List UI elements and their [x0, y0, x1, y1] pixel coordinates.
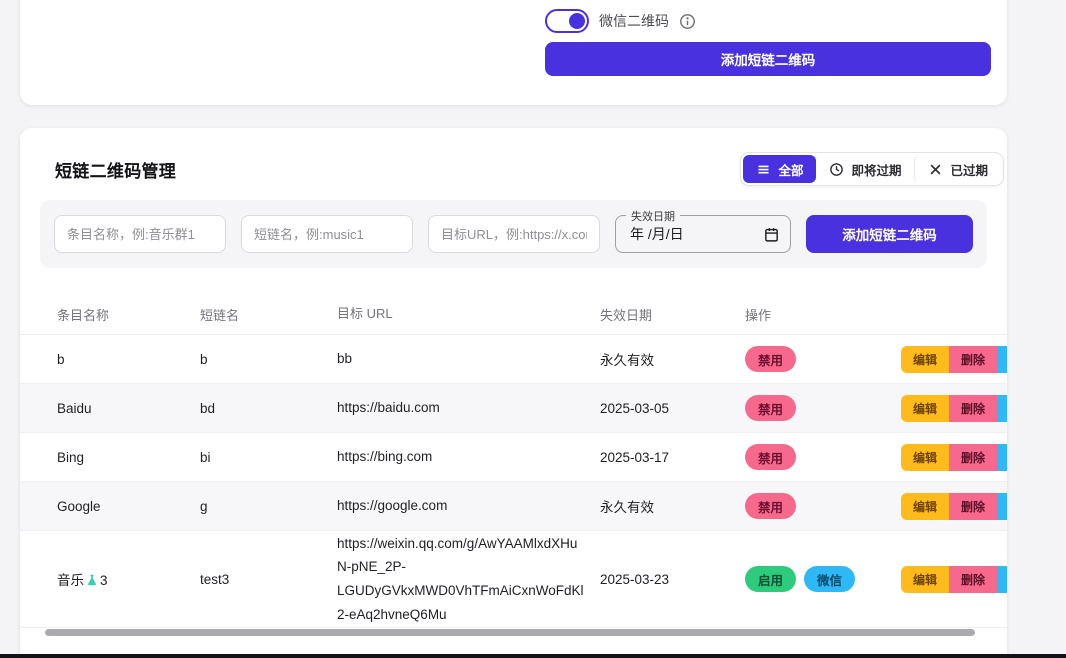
add-shortlink-qrcode-button[interactable]: 添加短链二维码	[806, 215, 973, 253]
horizontal-scrollbar[interactable]	[45, 629, 975, 636]
qrcode-button[interactable]: 二维码	[997, 444, 1007, 471]
qrcode-button[interactable]: 二维码	[997, 566, 1007, 593]
flask-icon	[85, 573, 99, 587]
info-icon[interactable]	[679, 13, 696, 30]
cell-expiry-date: 2025-03-23	[600, 572, 745, 587]
cell-status: 禁用	[745, 493, 901, 519]
cell-target-url: https://weixin.qq.com/g/AwYAAMlxdXHuN-pN…	[337, 532, 600, 627]
qrcode-button[interactable]: 二维码	[997, 346, 1007, 373]
cell-shortlink-name: bd	[200, 401, 337, 416]
calendar-icon[interactable]	[763, 226, 780, 243]
edit-button[interactable]: 编辑	[901, 493, 949, 520]
cell-expiry-date: 永久有效	[600, 349, 745, 369]
wechat-qr-toggle[interactable]	[545, 9, 589, 33]
cell-shortlink-name: bi	[200, 450, 337, 465]
add-qrcode-card: 微信二维码 添加短链二维码	[20, 0, 1007, 105]
cell-target-url: bb	[337, 347, 600, 371]
shortlink-table: 条目名称 短链名 目标 URL 失效日期 操作 bbbb永久有效禁用编辑删除二维…	[20, 294, 1007, 628]
cell-target-url: https://bing.com	[337, 445, 600, 469]
bottom-edge-bar	[0, 654, 1066, 658]
edit-button[interactable]: 编辑	[901, 566, 949, 593]
col-header-expiry-date: 失效日期	[600, 305, 745, 324]
cell-entry-name: Bing	[57, 450, 200, 465]
cell-expiry-date: 2025-03-05	[600, 401, 745, 416]
expiry-date-value: 年 /月/日	[630, 224, 763, 244]
tab-expiring-soon-label: 即将过期	[851, 160, 901, 179]
delete-button[interactable]: 删除	[949, 444, 997, 471]
col-header-entry-name: 条目名称	[57, 305, 200, 324]
tab-all-label: 全部	[778, 160, 803, 179]
page-title: 短链二维码管理	[55, 157, 176, 182]
table-row: Baidubdhttps://baidu.com2025-03-05禁用 编辑删除…	[20, 384, 1007, 433]
col-header-shortlink-name: 短链名	[200, 305, 337, 324]
tab-expiring-soon[interactable]: 即将过期	[816, 155, 914, 183]
tab-expired[interactable]: 已过期	[914, 155, 1001, 183]
delete-button[interactable]: 删除	[949, 566, 997, 593]
x-icon	[928, 162, 943, 177]
cell-status: 启用微信	[745, 566, 901, 592]
add-shortlink-qrcode-button[interactable]: 添加短链二维码	[545, 42, 991, 76]
cell-actions: 编辑删除二维码	[901, 346, 1007, 373]
filter-tabs: 全部 即将过期 已过期	[740, 152, 1004, 186]
tab-expired-label: 已过期	[950, 160, 988, 179]
cell-entry-name: b	[57, 352, 200, 367]
disable-toggle-badge[interactable]: 禁用	[745, 346, 796, 372]
table-body: bbbb永久有效禁用编辑删除二维码Baidubdhttps://baidu.co…	[20, 335, 1007, 628]
shortlink-manager-card: 短链二维码管理 全部 即将过期	[20, 128, 1007, 658]
disable-toggle-badge[interactable]: 禁用	[745, 444, 796, 470]
cell-target-url: https://google.com	[337, 494, 600, 518]
table-row: Bingbihttps://bing.com2025-03-17禁用 编辑删除二维…	[20, 433, 1007, 482]
filter-bar: 失效日期 年 /月/日 添加短链二维码	[40, 200, 987, 268]
qrcode-button[interactable]: 二维码	[997, 493, 1007, 520]
delete-button[interactable]: 删除	[949, 395, 997, 422]
entry-name-input[interactable]	[54, 215, 226, 253]
col-header-actions: 操作	[745, 305, 901, 324]
target-url-input[interactable]	[428, 215, 600, 253]
cell-actions: 编辑删除二维码	[901, 493, 1007, 520]
disable-toggle-badge[interactable]: 禁用	[745, 493, 796, 519]
expiry-date-input[interactable]: 失效日期 年 /月/日	[615, 215, 791, 253]
cell-expiry-date: 2025-03-17	[600, 450, 745, 465]
delete-button[interactable]: 删除	[949, 346, 997, 373]
table-row: Googleghttps://google.com永久有效禁用 编辑删除二维码	[20, 482, 1007, 531]
wechat-tag-badge: 微信	[804, 566, 855, 592]
cell-shortlink-name: test3	[200, 572, 337, 587]
table-header-row: 条目名称 短链名 目标 URL 失效日期 操作	[20, 294, 1007, 335]
disable-toggle-badge[interactable]: 禁用	[745, 395, 796, 421]
table-row: 音乐3test3https://weixin.qq.com/g/AwYAAMlx…	[20, 531, 1007, 628]
cell-target-url: https://baidu.com	[337, 396, 600, 420]
edit-button[interactable]: 编辑	[901, 395, 949, 422]
cell-shortlink-name: b	[200, 352, 337, 367]
edit-button[interactable]: 编辑	[901, 444, 949, 471]
cell-entry-name: 音乐3	[57, 569, 200, 589]
table-row: bbbb永久有效禁用编辑删除二维码	[20, 335, 1007, 384]
expiry-date-label: 失效日期	[626, 208, 680, 224]
wechat-qr-toggle-label: 微信二维码	[599, 11, 669, 31]
cell-entry-name: Baidu	[57, 401, 200, 416]
clock-icon	[829, 162, 844, 177]
add-qrcode-form: 微信二维码 添加短链二维码	[545, 8, 991, 76]
tab-all[interactable]: 全部	[743, 155, 816, 183]
cell-actions: 编辑删除二维码	[901, 566, 1007, 593]
cell-expiry-date: 永久有效	[600, 496, 745, 516]
shortlink-name-input[interactable]	[241, 215, 413, 253]
cell-actions: 编辑删除二维码	[901, 444, 1007, 471]
cell-status: 禁用	[745, 346, 901, 372]
cell-status: 禁用	[745, 444, 901, 470]
list-icon	[756, 162, 771, 177]
qrcode-button[interactable]: 二维码	[997, 395, 1007, 422]
edit-button[interactable]: 编辑	[901, 346, 949, 373]
cell-entry-name: Google	[57, 499, 200, 514]
cell-status: 禁用	[745, 395, 901, 421]
cell-actions: 编辑删除二维码	[901, 395, 1007, 422]
cell-shortlink-name: g	[200, 499, 337, 514]
enable-toggle-badge[interactable]: 启用	[745, 566, 796, 592]
col-header-target-url: 目标 URL	[337, 303, 600, 326]
delete-button[interactable]: 删除	[949, 493, 997, 520]
